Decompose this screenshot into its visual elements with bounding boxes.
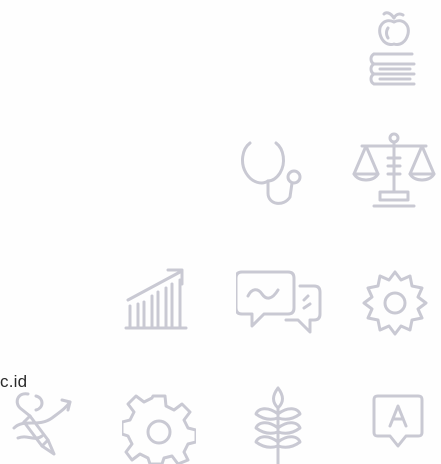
stethoscope-icon xyxy=(236,135,308,215)
cog-icon xyxy=(122,392,196,464)
message-a-icon xyxy=(372,392,424,452)
chat-bubbles-icon xyxy=(236,268,322,338)
wheat-icon xyxy=(248,384,308,464)
bar-chart-growth-icon xyxy=(124,266,192,332)
pencil-ribbon-icon xyxy=(8,388,74,460)
scales-icon xyxy=(352,128,436,210)
icon-canvas: c.id xyxy=(0,0,441,464)
gear-outline-icon xyxy=(360,268,430,338)
book-apple-icon xyxy=(368,10,420,92)
